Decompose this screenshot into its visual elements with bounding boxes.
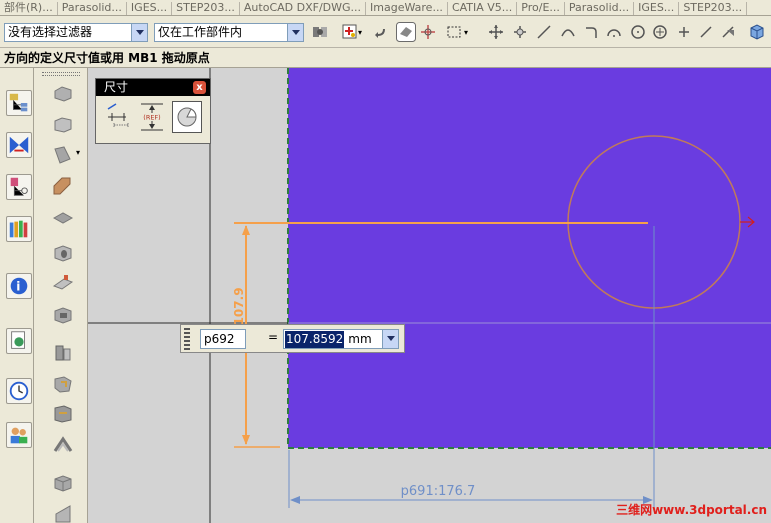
svg-text:i: i bbox=[16, 280, 20, 294]
tab-parasolid[interactable]: Parasolid... bbox=[58, 2, 127, 15]
angular-dimension-icon[interactable] bbox=[172, 101, 202, 133]
sheet-region bbox=[288, 68, 771, 448]
pick-point-icon[interactable] bbox=[420, 24, 436, 40]
constraint-navigator-icon[interactable] bbox=[6, 132, 32, 158]
assembly-navigator-icon[interactable] bbox=[6, 90, 32, 116]
horizontal-dimension-label: p691:176.7 bbox=[401, 484, 476, 499]
tab-parasolid-2[interactable]: Parasolid... bbox=[565, 2, 635, 15]
blend-icon[interactable] bbox=[52, 504, 74, 523]
entry-grip[interactable] bbox=[184, 328, 190, 350]
undo-selection-icon[interactable] bbox=[372, 24, 388, 40]
toolbar-grip[interactable] bbox=[42, 72, 80, 76]
resource-bar: i bbox=[0, 68, 34, 523]
chevron-down-icon[interactable] bbox=[287, 24, 303, 41]
chevron-down-icon[interactable] bbox=[382, 330, 398, 348]
pocket-icon[interactable] bbox=[52, 305, 74, 325]
unit-label: mm bbox=[348, 332, 372, 346]
shell-icon[interactable] bbox=[52, 473, 74, 493]
thicken-icon[interactable] bbox=[52, 208, 74, 228]
close-icon[interactable]: x bbox=[193, 81, 206, 94]
pad-icon[interactable] bbox=[52, 343, 74, 363]
tab-proe[interactable]: Pro/E... bbox=[517, 2, 565, 15]
chevron-down-icon[interactable] bbox=[131, 24, 147, 41]
selection-scope-value: 仅在工作部件内 bbox=[158, 25, 243, 39]
slot-icon[interactable] bbox=[52, 374, 74, 394]
watermark-text: 三维网www.3dportal.cn bbox=[616, 502, 767, 517]
extrude-icon[interactable] bbox=[52, 83, 74, 103]
chevron-down-icon[interactable]: ▾ bbox=[76, 148, 80, 157]
move-icon[interactable] bbox=[488, 24, 504, 40]
tab-imageware[interactable]: ImageWare... bbox=[366, 2, 448, 15]
circle-center-icon[interactable] bbox=[652, 24, 668, 40]
block-icon[interactable] bbox=[52, 114, 74, 134]
arc-icon[interactable] bbox=[560, 24, 576, 40]
file-tab-strip: 部件(R)... Parasolid... IGES... STEP203... Aut… bbox=[0, 0, 771, 16]
circle-icon[interactable] bbox=[630, 24, 646, 40]
type-filter-value: 没有选择过滤器 bbox=[8, 25, 93, 39]
dimension-value-text: 107.8592 bbox=[285, 331, 345, 348]
clock-icon[interactable] bbox=[6, 378, 32, 404]
sweep-icon[interactable] bbox=[52, 176, 74, 196]
snap-move-icon[interactable] bbox=[512, 24, 528, 40]
chevron-down-icon[interactable]: ▾ bbox=[358, 28, 362, 37]
internet-explorer-icon[interactable]: i bbox=[6, 273, 32, 299]
reuse-library-icon[interactable] bbox=[6, 216, 32, 242]
dimension-palette: 尺寸 x (REF) bbox=[95, 78, 211, 144]
fillet-arc-icon[interactable] bbox=[606, 24, 622, 40]
history-icon[interactable] bbox=[6, 328, 32, 354]
eraser-icon[interactable] bbox=[396, 22, 416, 42]
type-filter-select[interactable]: 没有选择过滤器 bbox=[4, 23, 148, 42]
line-icon[interactable] bbox=[536, 24, 552, 40]
ref-label: (REF) bbox=[143, 114, 160, 122]
point-icon[interactable] bbox=[676, 24, 692, 40]
hole-icon[interactable] bbox=[52, 243, 74, 263]
equals-sign: = bbox=[268, 330, 279, 344]
selection-scope-select[interactable]: 仅在工作部件内 bbox=[154, 23, 304, 42]
reference-dimension-icon[interactable]: (REF) bbox=[137, 101, 167, 133]
status-prompt-text: 方向的定义尺寸值或用 MB1 拖动原点 bbox=[4, 51, 210, 65]
part-navigator-icon[interactable] bbox=[6, 174, 32, 200]
revolve-icon[interactable] bbox=[52, 145, 74, 165]
groove-icon[interactable] bbox=[52, 404, 74, 424]
roles-icon[interactable] bbox=[6, 422, 32, 448]
filter-settings-icon[interactable] bbox=[312, 24, 328, 40]
chevron-down-icon[interactable]: ▾ bbox=[464, 28, 468, 37]
tab-iges-2[interactable]: IGES... bbox=[634, 2, 680, 15]
inferred-dimension-icon[interactable] bbox=[104, 101, 134, 133]
dimension-value-field[interactable]: 107.8592 mm bbox=[283, 329, 399, 349]
slash-line-icon[interactable] bbox=[698, 24, 714, 40]
dimension-name-field[interactable]: p692 bbox=[200, 329, 246, 349]
dimension-value-entry: p692 = 107.8592 mm bbox=[180, 324, 405, 353]
chamfer-icon[interactable] bbox=[52, 435, 74, 455]
snap-point-icon[interactable] bbox=[342, 24, 358, 40]
tab-step203-2[interactable]: STEP203... bbox=[679, 2, 748, 15]
status-prompt: 方向的定义尺寸值或用 MB1 拖动原点 bbox=[0, 48, 771, 68]
tab-autocad[interactable]: AutoCAD DXF/DWG... bbox=[240, 2, 367, 15]
trim-icon[interactable] bbox=[720, 24, 736, 40]
tab-catia[interactable]: CATIA V5... bbox=[448, 2, 518, 15]
tab-part[interactable]: 部件(R)... bbox=[0, 2, 58, 15]
view-cube-icon[interactable] bbox=[748, 23, 766, 41]
rectangle-select-icon[interactable] bbox=[446, 24, 462, 40]
tab-step203[interactable]: STEP203... bbox=[172, 2, 240, 15]
tab-iges[interactable]: IGES... bbox=[127, 2, 173, 15]
curve-icon[interactable] bbox=[584, 24, 600, 40]
feature-toolbar: ▾ bbox=[34, 68, 88, 523]
boss-icon[interactable] bbox=[52, 273, 74, 293]
selection-toolbar: 没有选择过滤器 仅在工作部件内 ▾ ▾ bbox=[0, 16, 771, 48]
